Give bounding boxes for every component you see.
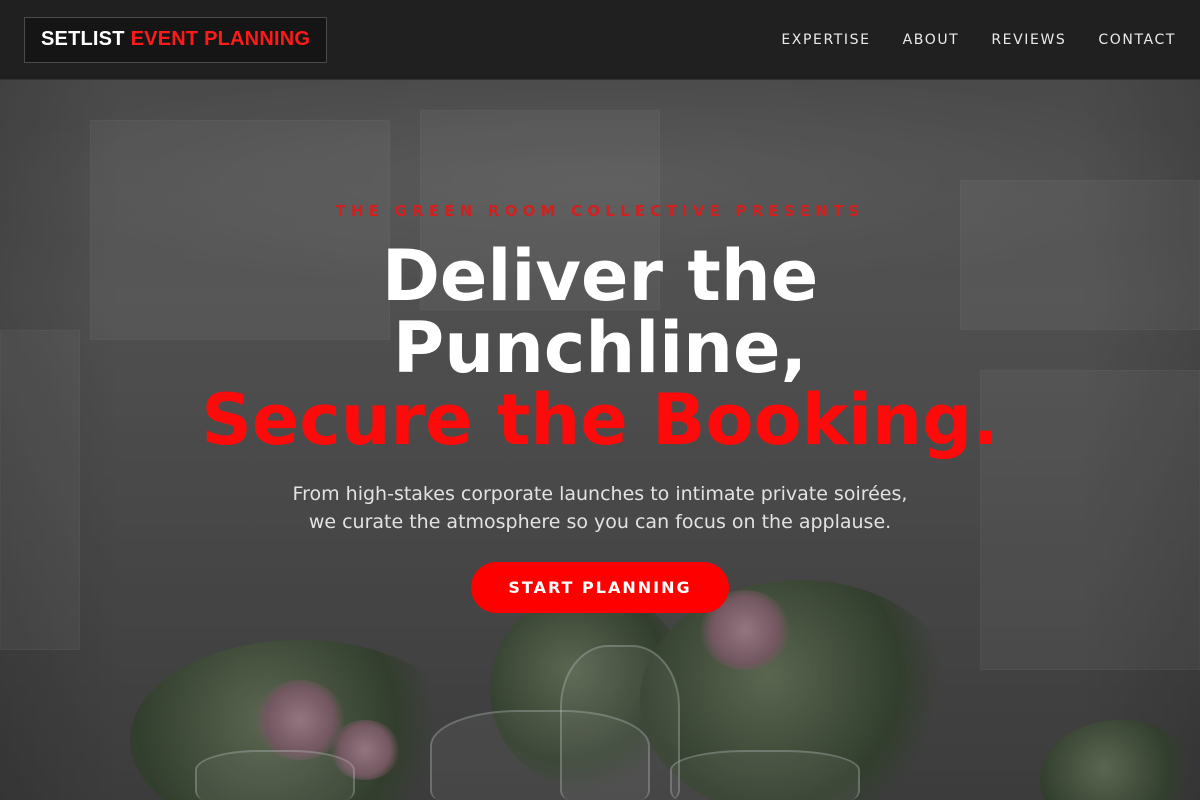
hero-content: THE GREEN ROOM COLLECTIVE PRESENTS Deliv… [0, 80, 1200, 800]
hero-eyebrow: THE GREEN ROOM COLLECTIVE PRESENTS [335, 202, 865, 220]
headline-accent: Secure the Booking. [201, 379, 999, 461]
hero-headline: Deliver the Punchline, Secure the Bookin… [0, 240, 1200, 456]
main-nav: EXPERTISE ABOUT REVIEWS CONTACT [781, 32, 1176, 48]
hero-subtitle: From high-stakes corporate launches to i… [0, 480, 1200, 536]
brand-logo[interactable]: SETLIST EVENT PLANNING [24, 16, 328, 63]
nav-link-reviews[interactable]: REVIEWS [991, 32, 1066, 48]
brand-name-accent: EVENT PLANNING [130, 28, 311, 50]
brand-name-primary: SETLIST [41, 28, 125, 50]
site-header: SETLIST EVENT PLANNING EXPERTISE ABOUT R… [0, 0, 1200, 80]
headline-line-2: Punchline, [392, 307, 808, 389]
nav-link-contact[interactable]: CONTACT [1098, 32, 1176, 48]
nav-link-about[interactable]: ABOUT [903, 32, 960, 48]
subtitle-line-1: From high-stakes corporate launches to i… [292, 483, 908, 505]
start-planning-button[interactable]: START PLANNING [471, 562, 729, 613]
subtitle-line-2: we curate the atmosphere so you can focu… [308, 511, 892, 533]
nav-link-expertise[interactable]: EXPERTISE [781, 32, 870, 48]
headline-line-1: Deliver the [381, 235, 819, 317]
